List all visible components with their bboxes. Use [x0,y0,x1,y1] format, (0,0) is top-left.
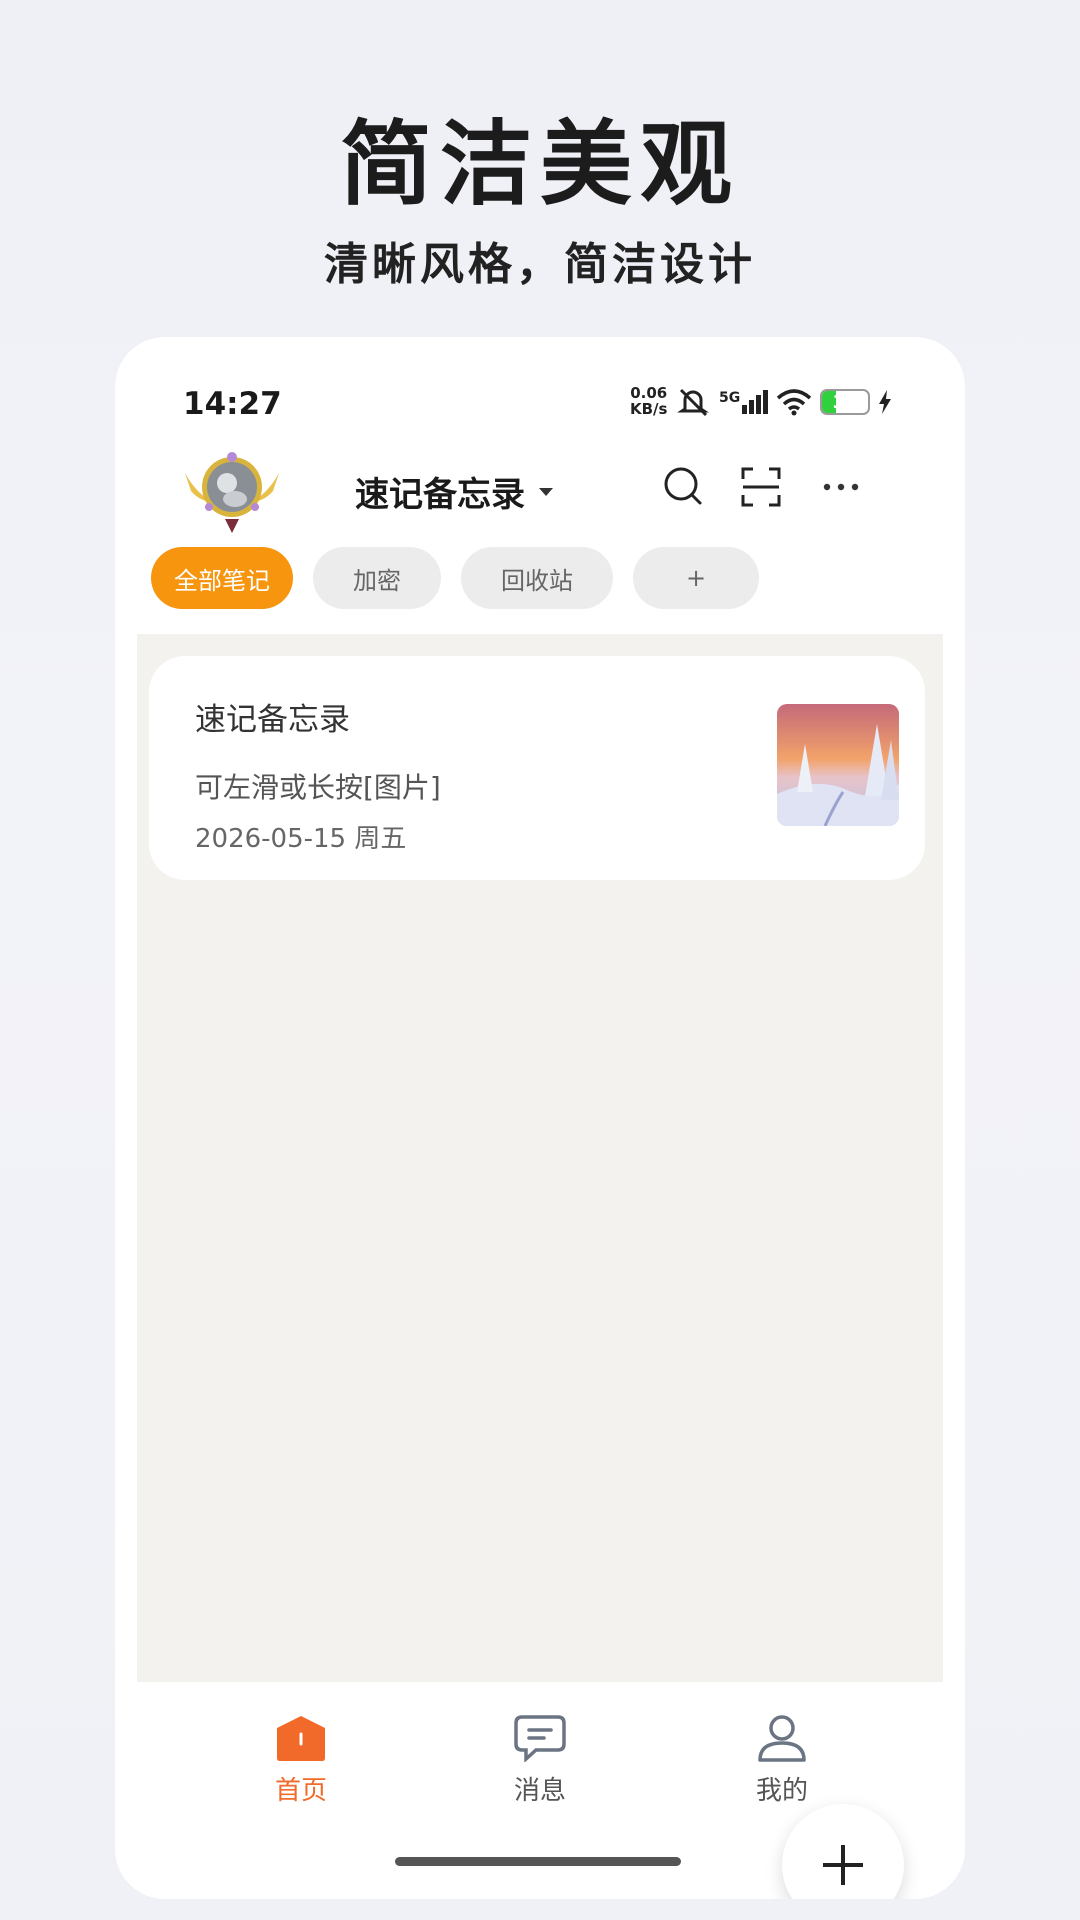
notes-list: 速记备忘录 可左滑或长按[图片] 2026-05-15 周五 [137,634,943,1899]
chip-all-notes[interactable]: 全部笔记 [151,547,293,609]
home-indicator[interactable] [395,1857,681,1866]
plus-icon [823,1845,863,1885]
app-header: 速记备忘录 [115,437,965,537]
promo-title: 简洁美观 [339,110,740,218]
nav-home[interactable]: 首页 [221,1714,381,1807]
network-speed-value: 0.06 [630,384,668,402]
bottom-nav: 首页 消息 我的 [115,1682,965,1832]
chip-recycle-bin[interactable]: 回收站 [461,547,613,609]
mute-bell-icon [677,388,709,417]
wifi-icon [777,389,812,416]
note-preview: 可左滑或长按[图片] [195,771,441,804]
dropdown-caret-icon [539,487,553,496]
network-speed-unit: KB/s [630,400,668,418]
message-icon [514,1715,566,1762]
nav-profile-label: 我的 [755,1776,808,1806]
avatar[interactable] [177,443,287,535]
profile-icon [758,1715,806,1762]
more-icon[interactable] [817,463,865,511]
note-date: 2026-05-15 周五 [195,824,407,854]
chip-encrypted[interactable]: 加密 [313,547,441,609]
network-speed: 0.06 KB/s [630,385,667,417]
nav-profile[interactable]: 我的 [702,1714,862,1807]
category-chips: 全部笔记 加密 回收站 + [151,547,759,609]
nav-messages-label: 消息 [513,1776,566,1806]
note-title: 速记备忘录 [195,702,350,738]
scan-icon[interactable] [737,463,785,511]
search-icon[interactable] [660,463,708,511]
status-time: 14:27 [183,386,282,422]
home-icon [277,1716,325,1761]
nav-home-label: 首页 [274,1776,327,1806]
note-card[interactable]: 速记备忘录 可左滑或长按[图片] 2026-05-15 周五 [149,656,925,880]
status-icons: 5G 30 [675,387,892,417]
app-title: 速记备忘录 [355,475,525,515]
battery-icon: 30 [820,389,871,415]
notebook-selector[interactable]: 速记备忘录 [355,467,553,516]
network-type: 5G [719,390,741,406]
phone-screen: 14:27 0.06 KB/s 5G 30 速记备忘录 全部笔记 加密 回收站 … [115,337,965,1899]
signal-icon: 5G [719,390,769,414]
nav-messages[interactable]: 消息 [460,1714,620,1807]
promo-subtitle: 清晰风格，简洁设计 [324,239,756,290]
note-thumbnail [777,704,899,826]
battery-level: 30 [832,392,858,413]
chip-add-category[interactable]: + [633,547,759,609]
charging-icon [879,390,892,414]
status-bar: 14:27 0.06 KB/s 5G 30 [115,337,965,422]
